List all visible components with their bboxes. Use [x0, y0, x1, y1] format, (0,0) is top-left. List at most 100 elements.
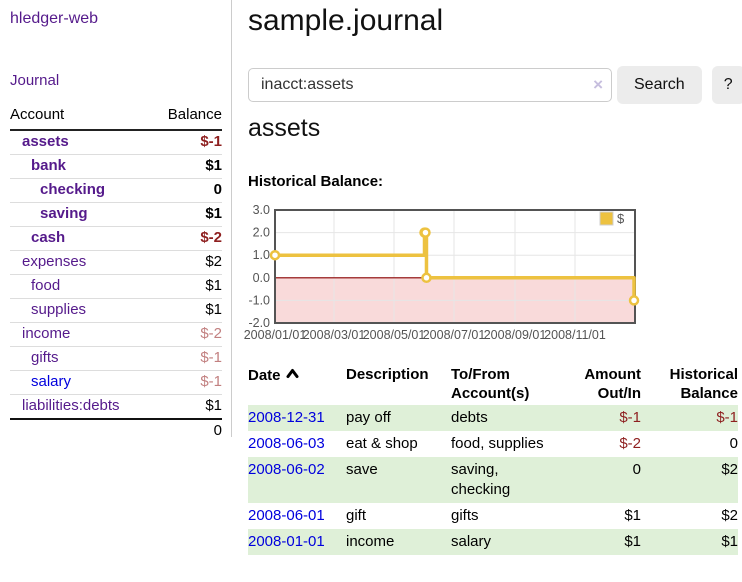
balance-line-chart: $3.02.01.00.0-1.0-2.02008/01/012008/03/0… [248, 202, 738, 350]
account-name-cell: expenses [10, 251, 152, 275]
account-name-cell: saving [10, 203, 152, 227]
search-bar: × Search ? [248, 66, 742, 104]
total-spacer [10, 419, 152, 443]
accounts-cell: debts [451, 405, 551, 431]
help-button[interactable]: ? [712, 66, 742, 104]
account-row: salary $-1 [10, 371, 222, 395]
account-row: food $1 [10, 275, 222, 299]
account-balance: $-2 [152, 227, 222, 251]
register-row: 2008-06-01giftgifts$1$2 [248, 503, 738, 529]
svg-text:2008/09/01: 2008/09/01 [484, 328, 547, 342]
account-row: supplies$1 [10, 299, 222, 323]
account-balance: $-2 [152, 323, 222, 347]
register-table-body: 2008-12-31pay offdebts$-1$-12008-06-03ea… [248, 405, 738, 555]
account-balance: $1 [152, 395, 222, 420]
sidebar-account-link[interactable]: cash [31, 229, 65, 246]
svg-text:2008/11/01: 2008/11/01 [544, 328, 606, 342]
svg-text:1.0: 1.0 [253, 248, 270, 262]
clear-search-icon[interactable]: × [593, 75, 603, 95]
account-heading: assets [248, 114, 320, 143]
column-header-balance: Historical Balance [641, 362, 738, 405]
transaction-date-link[interactable]: 2008-06-01 [248, 507, 325, 524]
amount-cell: $1 [551, 503, 641, 529]
accounts-table-body: assets$-1bank$1checking0saving$1cash$-2e… [10, 130, 222, 443]
sidebar-account-link[interactable]: gifts [31, 349, 59, 366]
app: { "colors": { "link_visited_purple": "#5… [0, 0, 742, 582]
register-table: Date Description To/From Account(s) Amou… [248, 362, 738, 555]
transaction-date-link[interactable]: 2008-06-02 [248, 461, 325, 478]
account-balance: $2 [152, 251, 222, 275]
account-row: assets$-1 [10, 130, 222, 155]
transaction-date-link[interactable]: 2008-01-01 [248, 533, 325, 550]
sidebar-account-link[interactable]: food [31, 277, 60, 294]
accounts-cell: saving, checking [451, 457, 551, 503]
sidebar-account-link[interactable]: assets [22, 133, 69, 150]
balance-cell: $1 [641, 529, 738, 555]
register-row: 2008-06-02 savesaving, checking0$2 [248, 457, 738, 503]
sidebar-account-link[interactable]: income [22, 325, 70, 342]
sidebar-account-link[interactable]: bank [31, 157, 66, 174]
account-balance: $1 [152, 275, 222, 299]
accounts-balance-table: Account Balance assets$-1bank$1checking0… [10, 104, 222, 443]
transaction-date-link[interactable]: 2008-12-31 [248, 409, 325, 426]
register-row: 2008-01-01incomesalary$1$1 [248, 529, 738, 555]
search-button[interactable]: Search [617, 66, 702, 104]
account-balance: $-1 [152, 371, 222, 395]
svg-text:$: $ [617, 211, 625, 226]
account-row: gifts $-1 [10, 347, 222, 371]
description-cell: income [346, 529, 451, 555]
accounts-header-row: Account Balance [10, 104, 222, 130]
account-balance: $1 [152, 203, 222, 227]
description-cell: save [346, 457, 451, 503]
sidebar-account-link[interactable]: saving [40, 205, 88, 222]
accounts-cell: salary [451, 529, 551, 555]
balance-cell: $2 [641, 503, 738, 529]
accounts-header-account: Account [10, 104, 152, 130]
account-name-cell: food [10, 275, 152, 299]
svg-text:3.0: 3.0 [253, 203, 270, 217]
amount-cell: $-2 [551, 431, 641, 457]
balance-cell: $2 [641, 457, 738, 503]
register-header-row: Date Description To/From Account(s) Amou… [248, 362, 738, 405]
svg-text:2.0: 2.0 [253, 226, 270, 240]
amount-cell: 0 [551, 457, 641, 503]
account-name-cell: gifts [10, 347, 152, 371]
account-name-cell: supplies [10, 299, 152, 323]
account-name-cell: income [10, 323, 152, 347]
account-row: checking0 [10, 179, 222, 203]
accounts-total-row: 0 [10, 419, 222, 443]
search-input[interactable] [248, 68, 612, 102]
account-row: liabilities:debts $1 [10, 395, 222, 420]
account-name-cell: salary [10, 371, 152, 395]
account-balance: $-1 [152, 347, 222, 371]
date-cell: 2008-06-02 [248, 457, 346, 503]
date-cell: 2008-01-01 [248, 529, 346, 555]
balance-cell: $-1 [641, 405, 738, 431]
account-name-cell: checking [10, 179, 152, 203]
sidebar-account-link[interactable]: checking [40, 181, 105, 198]
sidebar-account-link[interactable]: supplies [31, 301, 86, 318]
date-cell: 2008-06-03 [248, 431, 346, 457]
svg-text:2008/03/01: 2008/03/01 [303, 328, 366, 342]
account-balance: $1 [152, 155, 222, 179]
sidebar-item-journal[interactable]: Journal [10, 72, 231, 89]
account-row: income $-2 [10, 323, 222, 347]
description-cell: eat & shop [346, 431, 451, 457]
column-header-date[interactable]: Date [248, 362, 346, 405]
svg-text:0.0: 0.0 [253, 271, 270, 285]
chart-title: Historical Balance: [248, 173, 383, 190]
sidebar-account-link[interactable]: expenses [22, 253, 86, 270]
register-row: 2008-06-03eat & shopfood, supplies$-20 [248, 431, 738, 457]
svg-text:2008/05/01: 2008/05/01 [363, 328, 426, 342]
account-row: cash $-2 [10, 227, 222, 251]
accounts-total-value: 0 [152, 419, 222, 443]
transaction-date-link[interactable]: 2008-06-03 [248, 435, 325, 452]
chart-legend: $ [600, 211, 625, 226]
sort-asc-icon [286, 365, 299, 384]
description-cell: pay off [346, 405, 451, 431]
sidebar-account-link[interactable]: salary [31, 373, 71, 390]
brand-link[interactable]: hledger-web [10, 10, 231, 28]
sidebar-account-link[interactable]: liabilities:debts [22, 397, 120, 414]
account-name-cell: liabilities:debts [10, 395, 152, 420]
date-cell: 2008-06-01 [248, 503, 346, 529]
